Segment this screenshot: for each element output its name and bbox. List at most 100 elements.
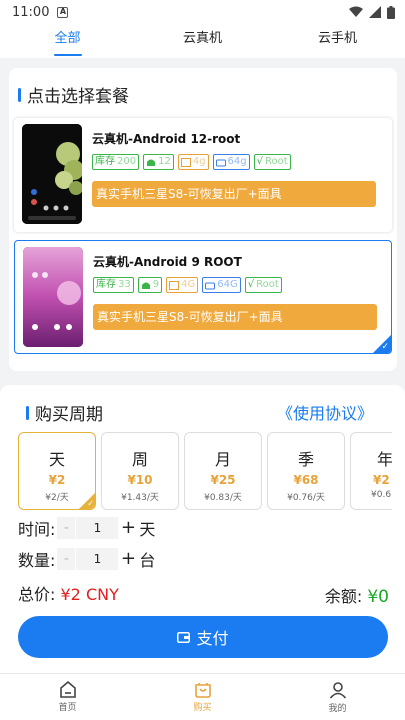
quantity-plus-button[interactable]: + bbox=[119, 548, 137, 570]
disk-icon bbox=[205, 282, 216, 289]
pay-label: 支付 bbox=[196, 629, 229, 648]
balance-amount: ¥0 bbox=[367, 587, 389, 607]
quantity-value-input[interactable]: 1 bbox=[76, 548, 119, 570]
tab-cloud-real-phone[interactable]: 云真机 bbox=[135, 24, 270, 58]
phone-thumbnail bbox=[23, 247, 83, 347]
purchase-card: 购买周期 《使用协议》 天 ¥2 ¥2/天 ✓ 周 ¥10 ¥1.43/天 月 … bbox=[0, 385, 405, 673]
total-price: 总价: ¥2 CNY bbox=[18, 581, 119, 605]
quantity-unit: 台 bbox=[139, 551, 156, 570]
title-accent-bar bbox=[26, 405, 29, 420]
status-time: 11:00 bbox=[12, 4, 50, 20]
nav-home[interactable]: 首页 bbox=[0, 674, 135, 720]
period-name: 周 bbox=[131, 450, 148, 469]
home-icon bbox=[59, 681, 76, 698]
nav-profile[interactable]: 我的 bbox=[270, 674, 405, 720]
battery-icon bbox=[387, 5, 395, 19]
time-unit: 天 bbox=[139, 520, 156, 539]
stock-badge: 库存 33 bbox=[93, 277, 134, 293]
shopping-bag-icon bbox=[194, 683, 211, 698]
root-badge: √ Root bbox=[244, 277, 282, 293]
period-name: 天 bbox=[48, 450, 65, 469]
phone-thumbnail bbox=[22, 124, 82, 224]
period-option-week[interactable]: 周 ¥10 ¥1.43/天 bbox=[101, 432, 179, 510]
wifi-icon bbox=[349, 6, 363, 17]
period-daily-price: ¥0.76/天 bbox=[287, 493, 325, 503]
wallet-icon bbox=[177, 631, 191, 643]
purchase-section-title: 购买周期 bbox=[26, 400, 103, 425]
period-name: 季 bbox=[297, 450, 314, 469]
period-name: 年 bbox=[377, 450, 392, 469]
period-options: 天 ¥2 ¥2/天 ✓ 周 ¥10 ¥1.43/天 月 ¥25 ¥0.83/天 … bbox=[18, 432, 392, 510]
package-section-title: 点击选择套餐 bbox=[18, 82, 129, 107]
period-option-year[interactable]: 年 ¥2 ¥0.6 bbox=[350, 432, 392, 510]
purchase-title-text: 购买周期 bbox=[35, 405, 103, 425]
tab-cloud-phone[interactable]: 云手机 bbox=[270, 24, 405, 58]
check-icon: ✓ bbox=[87, 499, 94, 508]
profile-icon bbox=[329, 681, 346, 699]
memory-icon bbox=[169, 280, 180, 290]
title-accent-bar bbox=[18, 87, 21, 102]
time-minus-button[interactable]: - bbox=[57, 517, 76, 539]
quantity-row: 数量: - 1 + 台 bbox=[18, 547, 155, 571]
period-price: ¥2 bbox=[373, 473, 390, 487]
period-daily-price: ¥1.43/天 bbox=[121, 493, 159, 503]
android-icon bbox=[141, 282, 150, 289]
disk-icon bbox=[215, 159, 226, 166]
time-plus-button[interactable]: + bbox=[119, 517, 137, 539]
total-label: 总价: bbox=[18, 585, 56, 604]
package-description: 真实手机三星S8-可恢复出厂+面具 bbox=[93, 304, 377, 330]
period-daily-price: ¥0.83/天 bbox=[204, 493, 242, 503]
period-price: ¥2 bbox=[48, 473, 66, 487]
balance-label: 余额: bbox=[324, 587, 363, 606]
status-bar: 11:00 A bbox=[0, 0, 405, 24]
android-icon bbox=[147, 159, 156, 166]
package-item-android-12[interactable]: 云真机-Android 12-root 库存 200 12 4g 64g √ Roo… bbox=[14, 118, 392, 232]
nav-buy[interactable]: 购买 bbox=[135, 674, 270, 720]
cpu-badge: 12 bbox=[143, 154, 174, 170]
period-name: 月 bbox=[214, 450, 231, 469]
category-tabs: 全部 云真机 云手机 bbox=[0, 24, 405, 58]
nav-profile-label: 我的 bbox=[328, 703, 347, 714]
package-item-android-9[interactable]: 云真机-Android 9 ROOT 库存 33 9 4G 64G √ Root 真… bbox=[14, 240, 392, 354]
nav-home-label: 首页 bbox=[58, 703, 77, 713]
root-badge: √ Root bbox=[253, 154, 291, 170]
ram-badge: 4g bbox=[177, 154, 209, 170]
quantity-stepper: - 1 + bbox=[57, 548, 137, 570]
time-row: 时间: - 1 + 天 bbox=[18, 516, 155, 540]
period-option-day[interactable]: 天 ¥2 ¥2/天 ✓ bbox=[18, 432, 96, 510]
package-specs: 库存 200 12 4g 64g √ Root bbox=[92, 154, 291, 170]
package-name: 云真机-Android 9 ROOT bbox=[93, 255, 242, 269]
notification-a-icon: A bbox=[57, 6, 69, 18]
bottom-nav: 首页 购买 我的 bbox=[0, 673, 405, 720]
package-description: 真实手机三星S8-可恢复出厂+面具 bbox=[92, 181, 376, 207]
signal-icon bbox=[369, 6, 381, 18]
stock-badge: 库存 200 bbox=[92, 154, 140, 170]
disk-badge: 64G bbox=[202, 277, 241, 293]
period-option-month[interactable]: 月 ¥25 ¥0.83/天 bbox=[184, 432, 262, 510]
cpu-badge: 9 bbox=[137, 277, 163, 293]
period-daily-price: ¥0.6 bbox=[371, 490, 392, 500]
total-amount: ¥2 CNY bbox=[60, 585, 119, 604]
package-title-text: 点击选择套餐 bbox=[27, 87, 129, 107]
time-label: 时间: bbox=[18, 520, 56, 539]
quantity-minus-button[interactable]: - bbox=[57, 548, 76, 570]
package-specs: 库存 33 9 4G 64G √ Root bbox=[93, 277, 282, 293]
quantity-label: 数量: bbox=[18, 551, 56, 570]
package-name: 云真机-Android 12-root bbox=[92, 132, 241, 146]
package-card: 点击选择套餐 云真机-Android 12-root 库存200 12 4g bbox=[9, 68, 397, 371]
period-price: ¥68 bbox=[293, 473, 319, 487]
time-stepper: - 1 + bbox=[57, 517, 137, 539]
check-icon: ✓ bbox=[381, 342, 389, 352]
pay-button[interactable]: 支付 bbox=[18, 616, 388, 658]
period-price: ¥10 bbox=[127, 473, 153, 487]
memory-icon bbox=[180, 157, 191, 167]
usage-agreement-link[interactable]: 《使用协议》 bbox=[277, 400, 373, 424]
tab-all[interactable]: 全部 bbox=[0, 24, 135, 58]
ram-badge: 4G bbox=[166, 277, 199, 293]
disk-badge: 64g bbox=[212, 154, 250, 170]
balance: 余额: ¥0 bbox=[325, 583, 389, 607]
period-price: ¥25 bbox=[210, 473, 236, 487]
time-value-input[interactable]: 1 bbox=[76, 517, 119, 539]
nav-buy-label: 购买 bbox=[193, 703, 212, 713]
period-option-quarter[interactable]: 季 ¥68 ¥0.76/天 bbox=[267, 432, 345, 510]
